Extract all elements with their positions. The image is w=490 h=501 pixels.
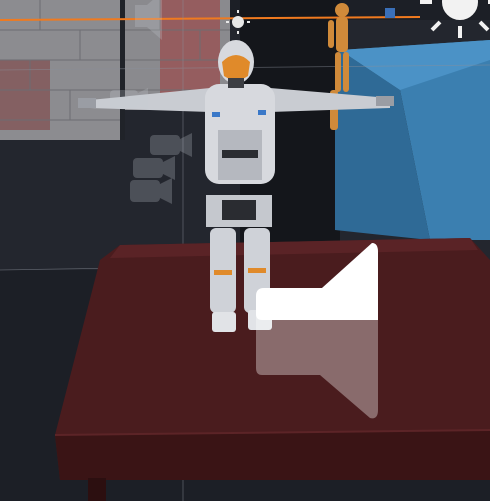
scene-canvas[interactable]: [0, 0, 490, 501]
small-blue-gizmo[interactable]: [385, 8, 395, 18]
scene-viewport[interactable]: [0, 0, 490, 501]
blue-platform[interactable]: [335, 40, 490, 240]
